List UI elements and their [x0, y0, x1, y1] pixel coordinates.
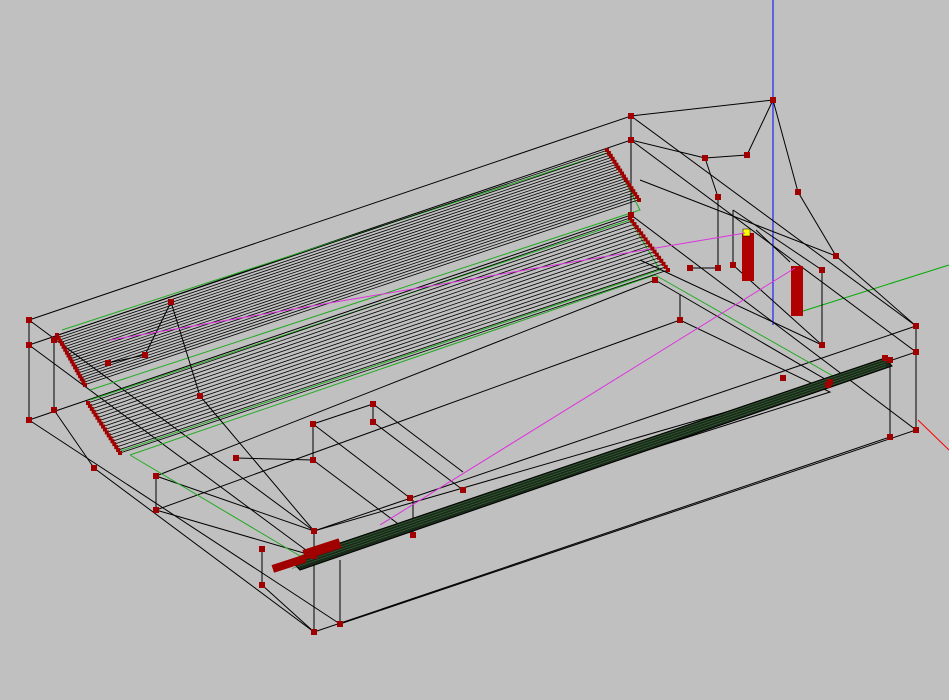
vertex-marker[interactable]	[744, 152, 750, 158]
base-bottom-edge	[28, 214, 918, 625]
vertex-marker[interactable]	[105, 360, 111, 366]
vertex-marker[interactable]	[337, 621, 343, 627]
vertex-marker[interactable]	[51, 407, 57, 413]
vertex-marker[interactable]	[628, 113, 634, 119]
wireframe-scene[interactable]	[0, 0, 949, 700]
vertex-marker[interactable]	[913, 323, 919, 329]
vertex-marker[interactable]	[628, 137, 634, 143]
vertex-marker[interactable]	[730, 262, 736, 268]
vertex-marker[interactable]	[26, 342, 32, 348]
vertex-marker[interactable]	[410, 532, 416, 538]
vertex-marker[interactable]	[795, 189, 801, 195]
base-top-edge	[28, 115, 918, 532]
vertex-marker[interactable]	[26, 317, 32, 323]
vertex-marker[interactable]	[715, 194, 721, 200]
vertex-marker[interactable]	[819, 342, 825, 348]
vertex-marker[interactable]	[370, 419, 376, 425]
vertex-marker[interactable]	[715, 265, 721, 271]
vertex-marker[interactable]	[310, 457, 316, 463]
vertex-marker[interactable]	[310, 421, 316, 427]
vertex-markers	[26, 97, 919, 635]
vertex-marker[interactable]	[51, 337, 57, 343]
vertex-marker[interactable]	[913, 349, 919, 355]
vertex-marker[interactable]	[780, 375, 786, 381]
vertex-marker[interactable]	[887, 434, 893, 440]
vertex-marker[interactable]	[168, 299, 174, 305]
vertex-marker[interactable]	[311, 553, 317, 559]
base-box	[28, 115, 918, 633]
vertex-marker[interactable]	[913, 427, 919, 433]
vertex-marker[interactable]	[26, 417, 32, 423]
x-axis-line	[917, 419, 949, 451]
vertex-marker[interactable]	[677, 317, 683, 323]
side-stand	[271, 357, 893, 573]
vertex-marker[interactable]	[825, 382, 831, 388]
vertex-marker[interactable]	[153, 507, 159, 513]
vertex-marker[interactable]	[833, 253, 839, 259]
vertex-marker[interactable]	[770, 97, 776, 103]
vertex-marker[interactable]	[233, 455, 239, 461]
vertex-marker[interactable]	[407, 495, 413, 501]
vertex-marker[interactable]	[259, 582, 265, 588]
vertex-marker[interactable]	[259, 546, 265, 552]
vertex-marker[interactable]	[882, 355, 888, 361]
vertex-marker[interactable]	[652, 277, 658, 283]
vertex-marker[interactable]	[153, 473, 159, 479]
vertex-marker[interactable]	[819, 267, 825, 273]
vertex-marker[interactable]	[311, 528, 317, 534]
tower-left	[742, 233, 754, 281]
tower-right	[791, 266, 803, 316]
selected-vertex[interactable]	[742, 228, 751, 237]
3d-viewport[interactable]	[0, 0, 949, 700]
vertex-marker[interactable]	[197, 393, 203, 399]
vertex-marker[interactable]	[460, 487, 466, 493]
world-axes	[772, 0, 949, 451]
vertex-marker[interactable]	[142, 352, 148, 358]
vertex-marker[interactable]	[687, 265, 693, 271]
vertex-marker[interactable]	[311, 629, 317, 635]
vertex-marker[interactable]	[91, 465, 97, 471]
vertex-marker[interactable]	[702, 155, 708, 161]
vertex-marker[interactable]	[370, 401, 376, 407]
